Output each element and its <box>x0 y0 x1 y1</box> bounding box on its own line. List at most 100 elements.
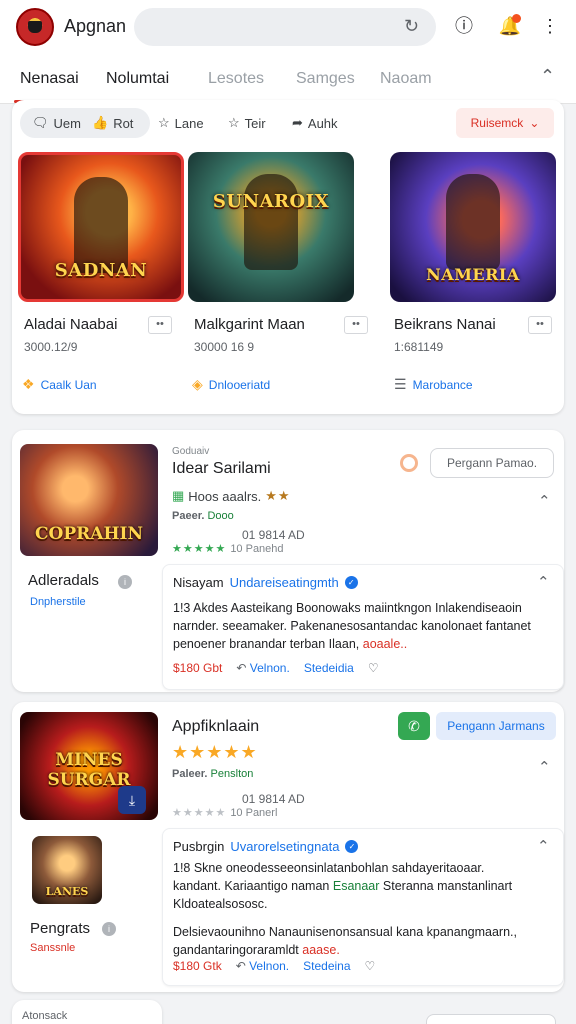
review-line: gandantaringoraramldt <box>173 943 299 957</box>
rating-row: ▦ Hoos aaalrs. ★★ <box>172 488 291 504</box>
game-art-3[interactable]: NAMERIA <box>390 152 556 302</box>
more-options-button[interactable]: •• <box>528 316 552 334</box>
comment-chip[interactable]: 🗨 Uem <box>32 108 81 138</box>
chevron-up-icon[interactable]: ⌃ <box>540 66 555 87</box>
read-more-link[interactable]: aoaale.. <box>363 637 407 651</box>
publisher-name[interactable]: Penslton <box>211 768 254 780</box>
publisher-name[interactable]: Dooo <box>207 510 233 522</box>
reply-icon[interactable]: ↶ Velnon. <box>236 661 289 675</box>
tab-naoam[interactable]: Naoam <box>380 70 432 88</box>
comment-icon: 🗨 <box>32 115 49 130</box>
tab-lesotes[interactable]: Lesotes <box>208 70 264 88</box>
helpful-label[interactable]: Stedeina <box>303 959 350 973</box>
heart-icon[interactable]: ♡ <box>368 661 379 675</box>
more-vert-icon[interactable]: ⋮ <box>538 14 562 38</box>
review-header: Nisayam Undareiseatingmth ✓ <box>173 575 358 590</box>
chevron-up-icon[interactable]: ⌃ <box>538 758 551 776</box>
refresh-icon[interactable]: ↻ <box>404 16 419 37</box>
review-handle[interactable]: Undareiseatingmth <box>230 575 339 590</box>
star-chip[interactable]: ☆ Lane <box>158 108 204 138</box>
install-button[interactable]: Pengann Jarmans <box>436 712 556 740</box>
collapse-icon[interactable]: ⌃ <box>537 837 550 855</box>
info-icon[interactable]: i <box>118 575 132 589</box>
review-body: 1!3 Akdes Aasteikang Boonowaks maiintkng… <box>173 599 551 653</box>
helpful-label[interactable]: Stedeidia <box>304 661 354 675</box>
more-options-button[interactable]: •• <box>344 316 368 334</box>
search-bar[interactable] <box>134 8 436 46</box>
collapse-icon[interactable]: ⌃ <box>537 573 550 591</box>
chip-label: Rot <box>113 115 134 131</box>
review-line: narnder. seeamaker. Pakenanesosantandac … <box>173 619 531 633</box>
game-name[interactable]: Beikrans Nanai <box>394 316 496 333</box>
info-icon[interactable]: i <box>102 922 116 936</box>
release-meta: 01 9814 AD <box>242 792 305 806</box>
star-outline-icon: ☆ <box>158 115 170 130</box>
game-meta: 1:681149 <box>394 340 444 354</box>
puzzle-icon: ❖ <box>22 376 35 392</box>
read-more-link[interactable]: aaase. <box>302 943 340 957</box>
review-author[interactable]: Nisayam <box>173 575 224 590</box>
app-title: Apgnan <box>64 16 127 36</box>
developer-name[interactable]: Adleradals <box>28 572 99 589</box>
game-tag[interactable]: ❖ Caalk Uan <box>22 376 97 393</box>
app-logo[interactable] <box>16 8 54 46</box>
rating-stars: ★★ <box>265 488 291 503</box>
review-line: 1!3 Akdes Aasteikang Boonowaks maiintkng… <box>173 601 522 615</box>
game-name[interactable]: Malkgarint Maan <box>194 316 305 333</box>
game-art-1[interactable]: SADNAN <box>18 152 184 302</box>
game-thumbnail[interactable]: COPRAHIN <box>20 444 158 556</box>
game-name[interactable]: Aladai Naabai <box>24 316 117 333</box>
developer-name[interactable]: Pengrats <box>30 920 90 937</box>
publisher-label: Paeer. <box>172 510 205 522</box>
tab-nenasai[interactable]: Nenasai <box>20 70 79 88</box>
reply-icon[interactable]: ↶ Velnon. <box>236 959 289 973</box>
whatsapp-icon[interactable]: ✆ <box>398 712 430 740</box>
review-card: Pusbrgin Uvarorelsetingnata ✓ ⌃ 1!8 Skne… <box>162 828 564 986</box>
heart-icon[interactable]: ♡ <box>365 959 376 973</box>
reply-label: Velnon. <box>249 661 290 675</box>
stars-row: ★★★★★ 10 Panehd <box>172 542 284 556</box>
game-art-title: SADNAN <box>54 260 148 281</box>
info-icon[interactable]: ⓘ <box>452 14 476 38</box>
character-figure <box>244 174 298 270</box>
more-options-button[interactable]: •• <box>148 316 172 334</box>
next-section-button[interactable] <box>426 1014 556 1024</box>
rating-count: 10 Panerl <box>230 806 278 819</box>
chip-label: Auhk <box>307 115 338 131</box>
tab-samges[interactable]: Samges <box>296 70 355 88</box>
release-meta: 01 9814 AD <box>242 528 305 542</box>
chip-label: Uem <box>53 115 81 131</box>
review-author[interactable]: Pusbrgin <box>173 839 224 854</box>
price-label: $180 Gtk <box>173 959 222 973</box>
app-header: Apgnan ↻ ⓘ 🔔 ⋮ <box>0 0 576 56</box>
review-line: Steranna manstanlinart <box>382 879 513 893</box>
sort-dropdown[interactable]: Ruisemck ⌄ <box>456 108 554 138</box>
game-tag[interactable]: ☰ Marobance <box>394 376 473 393</box>
thumbnail-title: MINES SURGAR <box>47 750 131 790</box>
developer-subtitle[interactable]: Dnpherstile <box>30 596 86 608</box>
game-art-2[interactable]: SUNAROIX <box>188 152 354 302</box>
download-badge-icon[interactable]: ⤓ <box>118 786 146 814</box>
chip-label: Lane <box>174 115 204 131</box>
install-button[interactable]: Pergann Pamao. <box>430 448 554 478</box>
star-rating-icons: ★★★★★ <box>172 807 227 819</box>
character-figure <box>74 177 128 273</box>
game-title[interactable]: Idear Sarilami <box>172 460 271 478</box>
review-handle[interactable]: Uvarorelsetingnata <box>230 839 339 854</box>
highlight-link[interactable]: Esanaar <box>333 879 380 893</box>
game-title[interactable]: Appfiknlaain <box>172 718 259 736</box>
rating-row: ★★★★★ <box>172 742 258 763</box>
share-chip[interactable]: ➦ Auhk <box>292 108 338 138</box>
developer-subtitle[interactable]: Sanssnle <box>30 942 75 954</box>
review-card: Nisayam Undareiseatingmth ✓ ⌃ 1!3 Akdes … <box>162 564 564 690</box>
secondary-thumbnail[interactable]: LANES <box>32 836 102 904</box>
chevron-up-icon[interactable]: ⌃ <box>538 492 551 510</box>
like-chip[interactable]: 👍 Rot <box>92 108 133 138</box>
chevron-down-icon: ⌄ <box>529 116 540 130</box>
tab-nolumtai[interactable]: Nolumtai <box>106 70 169 88</box>
thumbnail-title: COPRAHIN <box>35 524 143 544</box>
publisher-label: Paleer. <box>172 768 208 780</box>
favorite-chip[interactable]: ☆ Teir <box>228 108 266 138</box>
verified-icon: ✓ <box>344 576 358 589</box>
game-tag[interactable]: ◈ Dnlooeriatd <box>192 376 270 393</box>
